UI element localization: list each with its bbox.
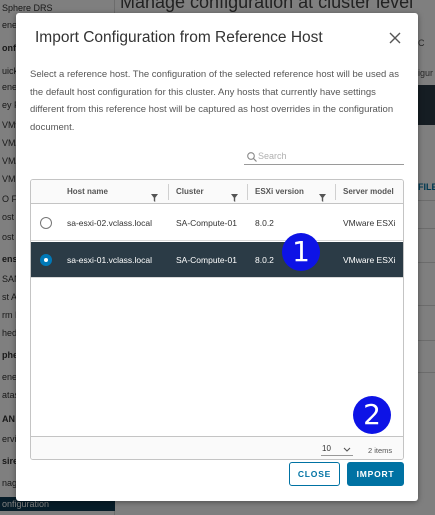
cell-host-name: sa-esxi-02.vclass.local: [67, 217, 153, 228]
close-icon[interactable]: [388, 31, 402, 45]
close-button[interactable]: CLOSE: [289, 462, 340, 486]
table-row[interactable]: sa-esxi-02.vclass.local SA-Compute-01 8.…: [31, 205, 403, 241]
step-marker-2: 2: [353, 396, 391, 434]
cell-host-name: sa-esxi-01.vclass.local: [67, 254, 153, 265]
page-size-select[interactable]: 10: [321, 443, 353, 456]
dialog-description: Select a reference host. The configurati…: [30, 69, 399, 133]
grid-footer: 10 2 items: [31, 436, 403, 459]
column-label: ESXi version: [255, 187, 304, 196]
cell-esxi-version: 8.0.2: [255, 217, 274, 228]
row-radio-selected[interactable]: [40, 254, 52, 266]
search-input[interactable]: [258, 149, 400, 163]
cell-server-model: VMware ESXi: [343, 254, 396, 265]
column-label: Cluster: [176, 187, 204, 196]
cell-cluster: SA-Compute-01: [176, 254, 237, 265]
column-label: Host name: [67, 187, 108, 196]
host-datagrid: Host name Cluster ESXi version Server mo…: [30, 179, 404, 460]
filter-icon[interactable]: [231, 188, 238, 202]
column-header-esxi-version[interactable]: ESXi version: [247, 180, 335, 204]
cell-cluster: SA-Compute-01: [176, 217, 237, 228]
column-header-server-model[interactable]: Server model: [335, 180, 403, 204]
search-icon: [246, 150, 258, 162]
filter-icon[interactable]: [151, 188, 158, 202]
step-marker-1: 1: [282, 233, 320, 271]
import-button[interactable]: IMPORT: [347, 462, 404, 486]
row-radio[interactable]: [40, 217, 52, 229]
table-row-selected[interactable]: sa-esxi-01.vclass.local SA-Compute-01 8.…: [31, 242, 403, 278]
cell-server-model: VMware ESXi: [343, 217, 396, 228]
column-header-cluster[interactable]: Cluster: [168, 180, 248, 204]
column-label: Server model: [343, 187, 394, 196]
search-field[interactable]: [244, 149, 404, 165]
column-header-host-name[interactable]: Host name: [59, 180, 169, 204]
dialog-title: Import Configuration from Reference Host: [35, 29, 323, 46]
grid-header: Host name Cluster ESXi version Server mo…: [31, 180, 403, 204]
item-count: 2 items: [368, 446, 393, 455]
chevron-down-icon: [343, 446, 351, 452]
page-size-value: 10: [322, 444, 331, 453]
filter-icon[interactable]: [319, 188, 326, 202]
